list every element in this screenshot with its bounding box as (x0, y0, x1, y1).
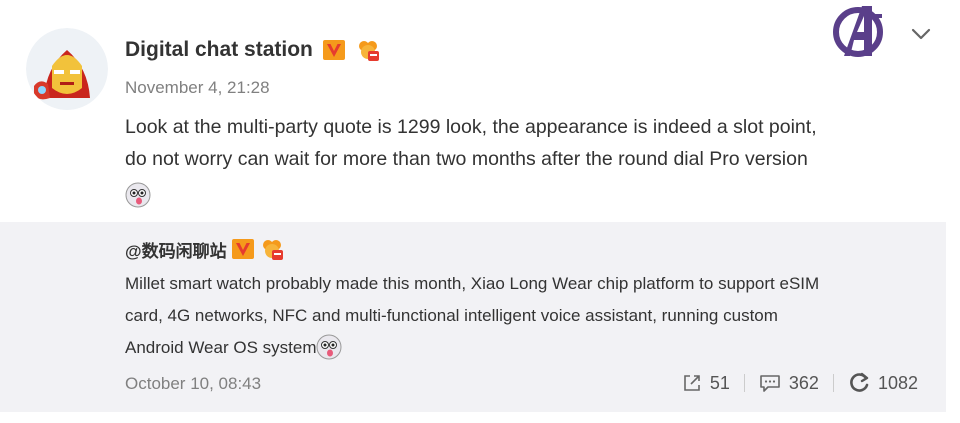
like-icon (850, 372, 869, 392)
post-text-line: Look at the multi-party quote is 1299 lo… (125, 116, 817, 138)
post-text: Look at the multi-party quote is 1299 lo… (125, 111, 945, 175)
repost-text-line: card, 4G networks, NFC and multi-functio… (125, 306, 778, 325)
medal-icon (262, 240, 283, 260)
repost-text: Millet smart watch probably made this mo… (125, 268, 925, 364)
medal-icon (358, 41, 379, 61)
repost-text-line-content: Android Wear OS system (125, 338, 317, 357)
repost-actions: 51 362 1082 (668, 372, 932, 394)
share-icon (684, 375, 700, 391)
author-name[interactable]: Digital chat station (125, 38, 313, 62)
repost-author: @数码闲聊站 (125, 236, 285, 262)
emoji-face-icon (125, 182, 151, 208)
post-time[interactable]: November 4, 21:28 (125, 78, 270, 98)
comment-icon (760, 375, 780, 392)
post-author: Digital chat station (125, 37, 381, 63)
repost-text-line: Millet smart watch probably made this mo… (125, 274, 820, 293)
repost-text-line: Android Wear OS system (125, 332, 925, 364)
v-badge-icon (322, 40, 345, 60)
repost-card: @数码闲聊站 Millet smart watch probably made … (0, 222, 946, 412)
chevron-down-icon[interactable] (910, 26, 932, 42)
share-count: 51 (709, 372, 730, 393)
repost-author-name[interactable]: @数码闲聊站 (125, 237, 227, 262)
author-avatar[interactable] (26, 28, 108, 110)
comment-button[interactable]: 362 (745, 373, 833, 394)
like-count: 1082 (877, 372, 918, 393)
emoji-face-icon (316, 334, 342, 360)
share-button[interactable]: 51 (668, 373, 744, 394)
v-badge-icon (231, 239, 254, 259)
repost-time[interactable]: October 10, 08:43 (125, 374, 261, 394)
avengers-logo (833, 6, 883, 57)
like-button[interactable]: 1082 (834, 372, 932, 394)
comment-count: 362 (788, 372, 819, 393)
post-text-line: do not worry can wait for more than two … (125, 148, 808, 170)
iron-man-avatar (26, 28, 108, 110)
